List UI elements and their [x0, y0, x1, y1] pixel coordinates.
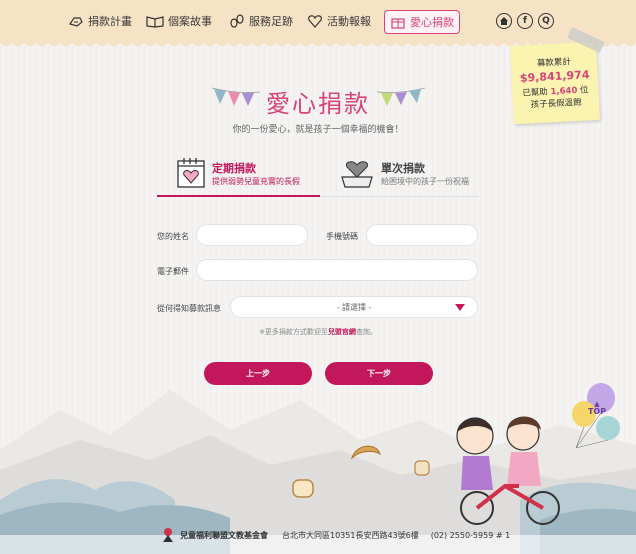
- phone-label: 手機號碼: [326, 232, 358, 241]
- caret-down-icon: [455, 304, 465, 311]
- source-select-value: - 請選擇 -: [336, 302, 372, 312]
- facebook-button[interactable]: f: [517, 13, 533, 29]
- nav-item-donation-plan[interactable]: 捐款計畫: [68, 12, 132, 30]
- footer: 兒童福利聯盟文教基金會 台北市大同區10351長安西路43號6樓 (02) 25…: [160, 527, 510, 543]
- handshake-icon: [69, 17, 83, 27]
- nav-item-donate[interactable]: 愛心捐款: [384, 10, 460, 34]
- facebook-icon: f: [523, 16, 527, 26]
- kids-bicycle-illustration: [456, 416, 560, 525]
- home-button[interactable]: [496, 13, 512, 29]
- tab-description: 給困境中的孩子一份祝福: [381, 177, 469, 186]
- hint-link[interactable]: 兒盟官網: [328, 328, 356, 336]
- calendar-heart-icon: [177, 158, 205, 188]
- email-label: 電子郵件: [157, 267, 189, 276]
- tab-name: 定期捐款: [212, 162, 256, 175]
- name-label: 您的姓名: [157, 232, 189, 241]
- bread-slice-icon: [292, 479, 314, 498]
- hint-prefix: ※更多捐款方式歡迎至: [259, 328, 328, 336]
- search-icon: Q: [542, 16, 550, 26]
- nav-item-label: 捐款計畫: [88, 15, 132, 28]
- nav-item-label: 服務足跡: [249, 15, 293, 28]
- nav-item-case-stories[interactable]: 個案故事: [146, 12, 212, 30]
- phone-field[interactable]: [366, 224, 478, 246]
- footprint-icon: [230, 14, 244, 28]
- org-logo-icon: [163, 528, 173, 542]
- tab-single-donation[interactable]: 單次捐款 給困境中的孩子一份祝福: [335, 157, 485, 195]
- toast-icon: [414, 460, 430, 476]
- tab-name: 單次捐款: [381, 162, 425, 175]
- hint-suffix: 查詢。: [355, 328, 377, 336]
- book-icon: [146, 16, 164, 28]
- page-subtitle: 你的一份愛心，就是孩子一個幸福的機會！: [232, 125, 404, 135]
- nav-item-label: 個案故事: [168, 15, 212, 28]
- nav-item-label: 愛心捐款: [410, 16, 454, 29]
- active-tab-indicator: [157, 195, 320, 197]
- page-title: 愛心捐款: [266, 90, 370, 118]
- source-label: 從何得知募款訊息: [157, 304, 221, 313]
- nav-item-service-footprint[interactable]: 服務足跡: [229, 12, 293, 30]
- heart-icon: [308, 15, 322, 28]
- heart-box-icon: [341, 161, 373, 188]
- tab-description: 提供弱勢兒童充實的長假: [212, 177, 300, 186]
- tab-recurring-donation[interactable]: 定期捐款 提供弱勢兒童充實的長假: [170, 157, 320, 195]
- name-field[interactable]: [196, 224, 308, 246]
- source-select[interactable]: - 請選擇 -: [230, 296, 478, 318]
- nav-item-label: 活動報報: [327, 15, 371, 28]
- previous-button[interactable]: 上一步: [204, 362, 312, 385]
- email-field[interactable]: [196, 259, 478, 281]
- croissant-icon: [350, 445, 381, 460]
- balloons-illustration: [572, 383, 620, 449]
- footer-phone: (02) 2550-5959 # 1: [430, 530, 511, 540]
- donation-hint: ※更多捐款方式歡迎至兒盟官網查詢。: [0, 327, 636, 337]
- nav-item-activity-news[interactable]: 活動報報: [307, 12, 371, 30]
- home-icon: [500, 17, 508, 25]
- top-button-label: TOP: [587, 406, 607, 416]
- footer-org-name: 兒童福利聯盟文教基金會: [180, 530, 268, 540]
- gift-icon: [391, 18, 405, 29]
- footer-address: 台北市大同區10351長安西路43號6樓: [282, 530, 419, 540]
- next-button[interactable]: 下一步: [325, 362, 433, 385]
- search-button[interactable]: Q: [538, 13, 554, 29]
- back-to-top-button[interactable]: ▲ TOP: [583, 399, 611, 417]
